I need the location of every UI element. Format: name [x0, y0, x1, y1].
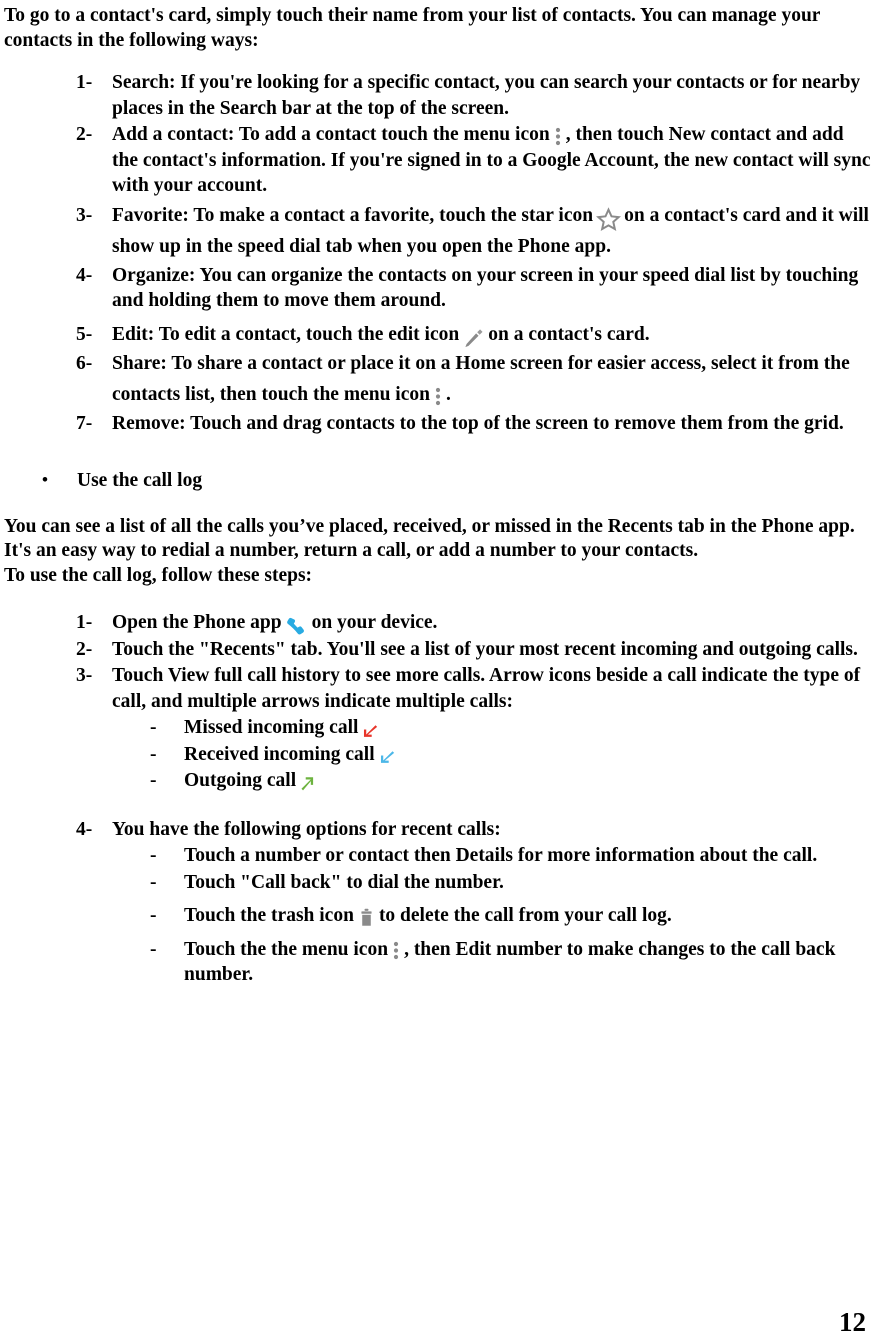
list-marker: -	[150, 717, 157, 738]
list-item-text: Touch the the menu icon	[184, 938, 389, 960]
list-item-text: Touch View full call history to see more…	[112, 665, 861, 712]
list-item-text: Add a contact: To add a contact touch th…	[112, 124, 550, 145]
list-marker: -	[150, 938, 157, 960]
list-item: 2- Add a contact: To add a contact touch …	[2, 122, 872, 199]
call-log-heading-text: Use the call log	[77, 469, 203, 491]
list-item-text-cont: .	[445, 384, 451, 405]
list-item-text: Favorite: To make a contact a favorite, …	[112, 204, 594, 226]
list-item: 1- Search: If you're looking for a specif…	[2, 70, 872, 121]
arrow-down-left-icon	[361, 722, 378, 739]
list-item: 3- Favorite: To make a contact a favorite…	[2, 200, 872, 262]
list-item-text: Touch a number or contact then Details f…	[184, 845, 818, 866]
list-marker: 7-	[76, 413, 93, 434]
list-marker: 3-	[76, 665, 93, 686]
list-marker: 1-	[76, 612, 93, 633]
list-marker: -	[150, 845, 157, 866]
document-page: To go to a contact's card, simply touch …	[0, 0, 874, 1343]
list-item-text: Open the Phone app	[112, 612, 282, 633]
list-marker: 5-	[76, 323, 93, 345]
list-item-text: Missed incoming call	[184, 717, 359, 738]
arrow-up-right-icon	[299, 775, 316, 792]
list-item-text: Touch the "Recents" tab. You'll see a li…	[112, 638, 858, 660]
list-marker: 2-	[76, 638, 93, 660]
list-item-text: Edit: To edit a contact, touch the edit …	[112, 323, 460, 345]
call-log-steps-list: 1- Open the Phone app on your device. 2- To…	[2, 610, 872, 714]
menu-icon	[392, 941, 400, 961]
list-item: 4- Organize: You can organize the contact…	[2, 263, 872, 314]
list-item: - Touch "Call back" to dial the number.	[2, 870, 872, 896]
list-item-text: Search: If you're looking for a specific…	[112, 72, 861, 119]
list-marker: 1-	[76, 72, 93, 93]
list-item: - Touch the trash icon to delete the call …	[2, 903, 872, 929]
list-marker: 4-	[76, 264, 93, 286]
contacts-management-list: 1- Search: If you're looking for a specif…	[2, 70, 872, 437]
list-item: - Outgoing call	[2, 768, 872, 794]
list-item: - Touch a number or contact then Details …	[2, 843, 872, 869]
pencil-icon	[463, 327, 485, 349]
intro-paragraph: To go to a contact's card, simply touch …	[4, 5, 821, 51]
phone-icon	[285, 615, 309, 637]
recent-call-options-list: - Touch a number or contact then Details …	[2, 843, 872, 988]
menu-icon	[554, 127, 562, 147]
call-log-steps-lead: To use the call log, follow these steps:	[4, 564, 313, 586]
list-item-text: Touch "Call back" to dial the number.	[184, 871, 504, 893]
list-marker: 4-	[76, 818, 93, 840]
list-item: - Touch the the menu icon, then Edit numb…	[2, 937, 872, 988]
list-marker: 3-	[76, 204, 93, 226]
list-item: 6- Share: To share a contact or place it …	[2, 348, 872, 410]
list-marker: -	[150, 871, 157, 893]
list-item-text-cont: on your device.	[311, 612, 438, 633]
list-item-text: You have the following options for recen…	[112, 818, 501, 840]
bullet-icon: •	[42, 469, 48, 489]
list-item: 7- Remove: Touch and drag contacts to the…	[2, 411, 872, 437]
list-item-text: Share: To share a contact or place it on…	[112, 353, 850, 405]
list-item: 3- Touch View full call history to see mo…	[2, 663, 872, 714]
call-log-options-list: 4- You have the following options for rec…	[2, 817, 872, 843]
list-marker: -	[150, 905, 157, 926]
arrow-down-left-icon	[378, 748, 395, 765]
list-marker: -	[150, 770, 157, 791]
list-item-text: Outgoing call	[184, 770, 297, 791]
star-icon	[596, 206, 622, 231]
list-item: - Received incoming call	[2, 742, 872, 768]
list-item: 1- Open the Phone app on your device.	[2, 610, 872, 636]
list-item-text-cont: to delete the call from your call log.	[378, 905, 672, 926]
list-item-text-cont: on a contact's card.	[488, 323, 650, 345]
trash-icon	[357, 908, 376, 930]
list-marker: -	[150, 743, 157, 765]
list-item: 4- You have the following options for rec…	[2, 817, 872, 843]
list-item-text: Received incoming call	[184, 743, 375, 765]
list-marker: 6-	[76, 353, 93, 374]
list-item-text: Organize: You can organize the contacts …	[112, 264, 859, 312]
list-item: 2- Touch the "Recents" tab. You'll see a …	[2, 637, 872, 663]
list-item-text: Touch the trash icon	[184, 905, 354, 926]
list-marker: 2-	[76, 124, 93, 145]
menu-icon	[434, 387, 442, 407]
page-number: 12	[839, 1307, 866, 1337]
list-item-text: Remove: Touch and drag contacts to the t…	[112, 413, 844, 434]
call-log-intro-paragraph: You can see a list of all the calls you’…	[4, 515, 855, 562]
call-log-heading: • Use the call log	[2, 468, 872, 493]
call-type-list: - Missed incoming call - Received incoming…	[2, 715, 872, 794]
list-item: 5- Edit: To edit a contact, touch the edi…	[2, 322, 872, 348]
list-item: - Missed incoming call	[2, 715, 872, 741]
